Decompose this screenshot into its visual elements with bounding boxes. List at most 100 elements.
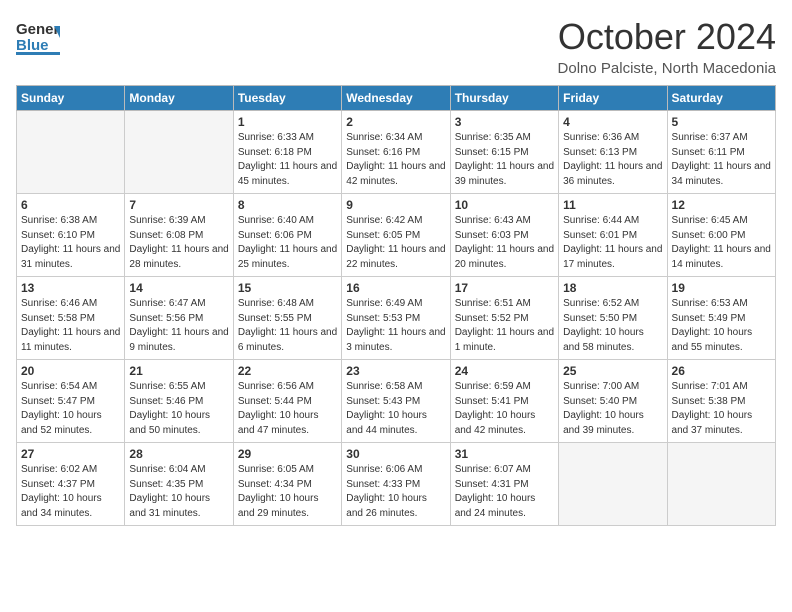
col-header-thursday: Thursday (450, 86, 558, 111)
svg-text:Blue: Blue (16, 37, 49, 54)
day-info: Sunrise: 6:02 AM Sunset: 4:37 PM Dayligh… (21, 463, 120, 521)
header: General Blue October 2024 Dolno Palciste… (16, 16, 776, 77)
day-number: 26 (672, 364, 771, 378)
logo: General Blue (16, 16, 60, 56)
day-cell: 25 Sunrise: 7:00 AM Sunset: 5:40 PM Dayli… (559, 360, 667, 443)
day-number: 12 (672, 198, 771, 212)
day-number: 8 (238, 198, 337, 212)
day-cell: 3 Sunrise: 6:35 AM Sunset: 6:15 PM Daylig… (450, 111, 558, 194)
day-cell: 8 Sunrise: 6:40 AM Sunset: 6:06 PM Daylig… (233, 194, 341, 277)
title-area: October 2024 Dolno Palciste, North Maced… (558, 16, 776, 77)
col-header-friday: Friday (559, 86, 667, 111)
day-number: 10 (455, 198, 554, 212)
day-cell (667, 443, 775, 526)
day-info: Sunrise: 6:38 AM Sunset: 6:10 PM Dayligh… (21, 214, 120, 272)
col-header-saturday: Saturday (667, 86, 775, 111)
day-number: 29 (238, 447, 337, 461)
week-row-2: 6 Sunrise: 6:38 AM Sunset: 6:10 PM Daylig… (17, 194, 776, 277)
day-cell: 15 Sunrise: 6:48 AM Sunset: 5:55 PM Dayli… (233, 277, 341, 360)
day-info: Sunrise: 6:55 AM Sunset: 5:46 PM Dayligh… (129, 380, 228, 438)
day-info: Sunrise: 6:53 AM Sunset: 5:49 PM Dayligh… (672, 297, 771, 355)
month-title: October 2024 (558, 16, 776, 58)
day-number: 3 (455, 115, 554, 129)
day-cell: 18 Sunrise: 6:52 AM Sunset: 5:50 PM Dayli… (559, 277, 667, 360)
day-info: Sunrise: 6:52 AM Sunset: 5:50 PM Dayligh… (563, 297, 662, 355)
day-number: 2 (346, 115, 445, 129)
day-cell: 7Sunrise: 6:39 AM Sunset: 6:08 PM Daylig… (125, 194, 233, 277)
logo-icon: General Blue (16, 16, 60, 56)
day-cell: 24 Sunrise: 6:59 AM Sunset: 5:41 PM Dayli… (450, 360, 558, 443)
location: Dolno Palciste, North Macedonia (558, 60, 776, 77)
col-header-sunday: Sunday (17, 86, 125, 111)
day-number: 15 (238, 281, 337, 295)
day-info: Sunrise: 6:43 AM Sunset: 6:03 PM Dayligh… (455, 214, 554, 272)
day-cell: 17 Sunrise: 6:51 AM Sunset: 5:52 PM Dayli… (450, 277, 558, 360)
day-info: Sunrise: 6:56 AM Sunset: 5:44 PM Dayligh… (238, 380, 337, 438)
day-number: 30 (346, 447, 445, 461)
day-info: Sunrise: 6:58 AM Sunset: 5:43 PM Dayligh… (346, 380, 445, 438)
day-number: 20 (21, 364, 120, 378)
day-info: Sunrise: 6:40 AM Sunset: 6:06 PM Dayligh… (238, 214, 337, 272)
day-number: 18 (563, 281, 662, 295)
day-cell: 23Sunrise: 6:58 AM Sunset: 5:43 PM Dayli… (342, 360, 450, 443)
day-info: Sunrise: 6:59 AM Sunset: 5:41 PM Dayligh… (455, 380, 554, 438)
col-header-tuesday: Tuesday (233, 86, 341, 111)
calendar-table: SundayMondayTuesdayWednesdayThursdayFrid… (16, 85, 776, 526)
day-info: Sunrise: 6:42 AM Sunset: 6:05 PM Dayligh… (346, 214, 445, 272)
day-number: 31 (455, 447, 554, 461)
day-info: Sunrise: 6:39 AM Sunset: 6:08 PM Dayligh… (129, 214, 228, 272)
day-cell: 2Sunrise: 6:34 AM Sunset: 6:16 PM Daylig… (342, 111, 450, 194)
day-cell: 22Sunrise: 6:56 AM Sunset: 5:44 PM Dayli… (233, 360, 341, 443)
day-info: Sunrise: 7:00 AM Sunset: 5:40 PM Dayligh… (563, 380, 662, 438)
day-number: 25 (563, 364, 662, 378)
day-number: 14 (129, 281, 228, 295)
day-cell: 19Sunrise: 6:53 AM Sunset: 5:49 PM Dayli… (667, 277, 775, 360)
day-cell: 29 Sunrise: 6:05 AM Sunset: 4:34 PM Dayli… (233, 443, 341, 526)
day-info: Sunrise: 7:01 AM Sunset: 5:38 PM Dayligh… (672, 380, 771, 438)
day-info: Sunrise: 6:45 AM Sunset: 6:00 PM Dayligh… (672, 214, 771, 272)
day-number: 21 (129, 364, 228, 378)
day-info: Sunrise: 6:44 AM Sunset: 6:01 PM Dayligh… (563, 214, 662, 272)
day-cell: 4Sunrise: 6:36 AM Sunset: 6:13 PM Daylig… (559, 111, 667, 194)
week-row-4: 20 Sunrise: 6:54 AM Sunset: 5:47 PM Dayli… (17, 360, 776, 443)
day-info: Sunrise: 6:05 AM Sunset: 4:34 PM Dayligh… (238, 463, 337, 521)
day-number: 9 (346, 198, 445, 212)
day-number: 17 (455, 281, 554, 295)
day-info: Sunrise: 6:47 AM Sunset: 5:56 PM Dayligh… (129, 297, 228, 355)
day-cell: 28 Sunrise: 6:04 AM Sunset: 4:35 PM Dayli… (125, 443, 233, 526)
col-header-monday: Monday (125, 86, 233, 111)
day-number: 1 (238, 115, 337, 129)
day-cell: 12 Sunrise: 6:45 AM Sunset: 6:00 PM Dayli… (667, 194, 775, 277)
day-number: 28 (129, 447, 228, 461)
day-number: 16 (346, 281, 445, 295)
day-cell (125, 111, 233, 194)
svg-text:General: General (16, 21, 60, 38)
day-number: 4 (563, 115, 662, 129)
day-cell: 26 Sunrise: 7:01 AM Sunset: 5:38 PM Dayli… (667, 360, 775, 443)
day-info: Sunrise: 6:37 AM Sunset: 6:11 PM Dayligh… (672, 131, 771, 189)
header-row: SundayMondayTuesdayWednesdayThursdayFrid… (17, 86, 776, 111)
week-row-1: 1 Sunrise: 6:33 AM Sunset: 6:18 PM Daylig… (17, 111, 776, 194)
day-info: Sunrise: 6:49 AM Sunset: 5:53 PM Dayligh… (346, 297, 445, 355)
day-info: Sunrise: 6:48 AM Sunset: 5:55 PM Dayligh… (238, 297, 337, 355)
day-info: Sunrise: 6:35 AM Sunset: 6:15 PM Dayligh… (455, 131, 554, 189)
day-number: 5 (672, 115, 771, 129)
day-number: 6 (21, 198, 120, 212)
day-info: Sunrise: 6:07 AM Sunset: 4:31 PM Dayligh… (455, 463, 554, 521)
day-cell: 6 Sunrise: 6:38 AM Sunset: 6:10 PM Daylig… (17, 194, 125, 277)
day-number: 24 (455, 364, 554, 378)
day-info: Sunrise: 6:33 AM Sunset: 6:18 PM Dayligh… (238, 131, 337, 189)
day-cell: 13Sunrise: 6:46 AM Sunset: 5:58 PM Dayli… (17, 277, 125, 360)
day-info: Sunrise: 6:06 AM Sunset: 4:33 PM Dayligh… (346, 463, 445, 521)
col-header-wednesday: Wednesday (342, 86, 450, 111)
day-cell: 5 Sunrise: 6:37 AM Sunset: 6:11 PM Daylig… (667, 111, 775, 194)
calendar-page: General Blue October 2024 Dolno Palciste… (0, 0, 792, 612)
week-row-3: 13Sunrise: 6:46 AM Sunset: 5:58 PM Dayli… (17, 277, 776, 360)
day-cell: 9 Sunrise: 6:42 AM Sunset: 6:05 PM Daylig… (342, 194, 450, 277)
day-info: Sunrise: 6:04 AM Sunset: 4:35 PM Dayligh… (129, 463, 228, 521)
day-info: Sunrise: 6:51 AM Sunset: 5:52 PM Dayligh… (455, 297, 554, 355)
day-info: Sunrise: 6:54 AM Sunset: 5:47 PM Dayligh… (21, 380, 120, 438)
day-number: 27 (21, 447, 120, 461)
day-number: 11 (563, 198, 662, 212)
day-cell (17, 111, 125, 194)
